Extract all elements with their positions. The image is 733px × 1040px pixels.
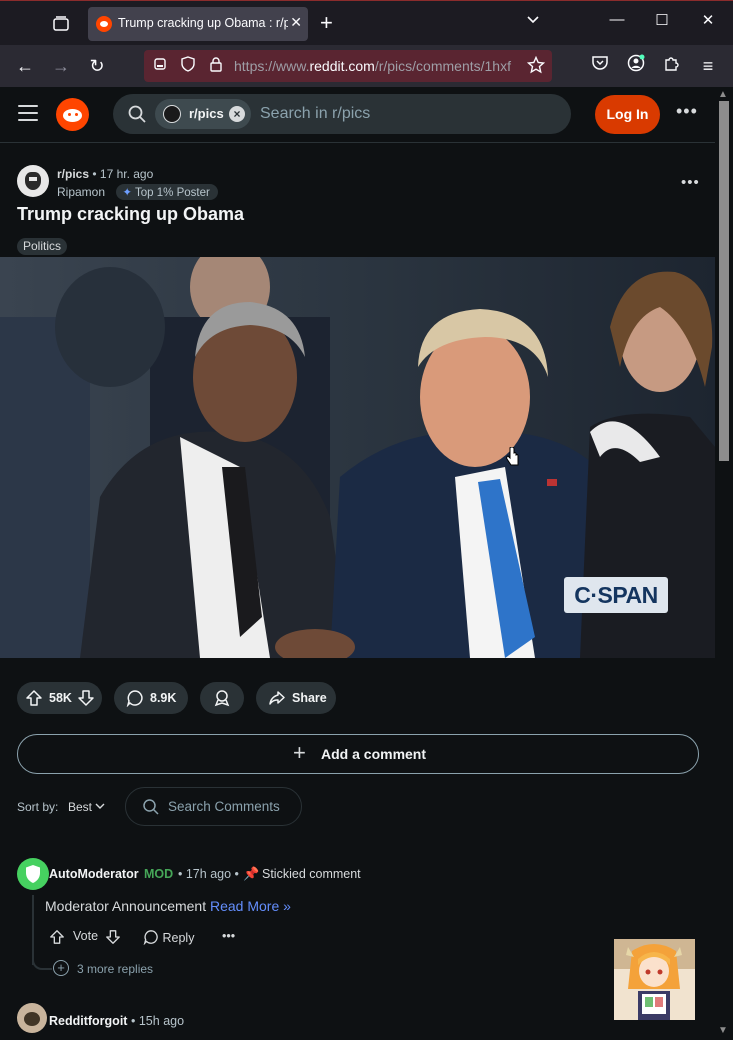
sort-label: Sort by: <box>17 800 59 814</box>
comments-button[interactable]: 8.9K <box>114 682 188 714</box>
tracking-icon[interactable] <box>150 56 170 76</box>
author-flair: ✦ Top 1% Poster <box>116 184 218 200</box>
extensions-icon[interactable] <box>660 54 684 78</box>
pocket-icon[interactable] <box>588 54 612 78</box>
post-author[interactable]: Ripamon <box>57 185 105 199</box>
comment-author[interactable]: Redditforgoit <box>49 1014 127 1028</box>
share-button[interactable]: Share <box>256 682 336 714</box>
comment-icon <box>126 690 143 707</box>
search-icon <box>128 105 146 123</box>
post-flair[interactable]: Politics <box>17 238 68 255</box>
tab-title: Trump cracking up Obama : r/pics <box>118 16 288 30</box>
url-text[interactable]: https://www.reddit.com/r/pics/comments/1… <box>234 58 518 74</box>
comment-time: • 15h ago <box>131 1014 185 1028</box>
read-more-link[interactable]: Read More » <box>210 898 291 914</box>
new-tab-icon[interactable]: + <box>320 11 333 35</box>
thread-connector <box>32 950 52 970</box>
mod-badge: MOD <box>144 867 174 881</box>
bookmark-star-icon[interactable] <box>526 55 546 76</box>
search-bar[interactable]: r/pics × Search in r/pics <box>113 94 571 134</box>
clear-chip-icon[interactable]: × <box>229 106 245 122</box>
menu-icon[interactable]: ≡ <box>696 54 720 78</box>
search-comments-field[interactable]: Search Comments <box>125 787 302 826</box>
add-comment-label: Add a comment <box>321 746 427 762</box>
comment-count: 8.9K <box>150 691 177 705</box>
browser-tab-bar: Trump cracking up Obama : r/pics ✕ + — ☐… <box>0 0 733 45</box>
add-comment-button[interactable]: + Add a comment <box>17 734 699 774</box>
login-button[interactable]: Log In <box>595 95 660 134</box>
plus-icon: + <box>293 740 306 765</box>
chevron-down-icon[interactable] <box>95 798 105 814</box>
search-comments-placeholder: Search Comments <box>168 799 280 814</box>
vote-label: Vote <box>73 929 99 943</box>
comment-body: Moderator Announcement Read More » <box>45 898 291 914</box>
cspan-watermark: C·SPAN <box>564 577 668 613</box>
automoderator-avatar[interactable] <box>17 858 49 890</box>
stickied-label: Stickied comment <box>262 867 361 881</box>
comment-time: • 17h ago • <box>178 867 239 881</box>
comment-avatar[interactable] <box>17 1003 47 1033</box>
comment-upvote-icon[interactable] <box>49 929 65 945</box>
post-image[interactable]: C·SPAN <box>0 257 715 658</box>
back-icon[interactable]: ← <box>13 54 37 78</box>
scroll-down-icon[interactable]: ▼ <box>718 1025 728 1036</box>
award-icon <box>214 690 230 707</box>
minimize-icon[interactable]: — <box>605 11 629 28</box>
comment-downvote-icon[interactable] <box>105 929 121 945</box>
comment-icon <box>143 930 158 946</box>
floating-sticker-image[interactable] <box>614 939 695 1020</box>
downvote-icon[interactable] <box>77 689 95 707</box>
maximize-icon[interactable]: ☐ <box>650 11 674 29</box>
post-author-line: Ripamon ✦ Top 1% Poster <box>57 184 218 200</box>
comment-author[interactable]: AutoModerator <box>49 867 139 881</box>
award-button[interactable] <box>200 682 244 714</box>
reddit-favicon-icon <box>96 16 112 32</box>
search-input[interactable]: Search in r/pics <box>260 105 370 123</box>
more-options-icon[interactable]: ••• <box>676 101 698 122</box>
subreddit-chip-label: r/pics <box>189 106 224 121</box>
shield-icon[interactable] <box>178 56 198 76</box>
reddit-logo-icon[interactable] <box>56 98 89 131</box>
share-label: Share <box>292 691 327 705</box>
reply-button[interactable]: Reply <box>143 929 194 946</box>
hamburger-icon[interactable] <box>18 105 38 121</box>
post-meta: r/pics • 17 hr. ago <box>57 167 154 181</box>
subreddit-avatar[interactable] <box>17 165 49 197</box>
chevron-down-icon[interactable] <box>526 13 540 28</box>
upvote-icon[interactable] <box>25 689 43 707</box>
hand-cursor-icon <box>506 447 519 466</box>
share-icon <box>269 691 285 705</box>
vote-bar: 58K <box>17 682 102 714</box>
browser-nav-bar: ← → ↻ https://www.reddit.com/r/pics/comm… <box>0 45 733 87</box>
scroll-thumb[interactable] <box>719 101 729 461</box>
expand-icon[interactable]: + <box>53 960 69 976</box>
subreddit-icon <box>163 105 181 123</box>
subreddit-chip[interactable]: r/pics × <box>155 99 251 129</box>
post-more-icon[interactable]: ••• <box>681 174 700 191</box>
close-tab-icon[interactable]: ✕ <box>290 14 302 31</box>
tab-list-icon[interactable] <box>48 11 74 37</box>
more-replies-link[interactable]: 3 more replies <box>77 962 153 976</box>
post-title: Trump cracking up Obama <box>17 204 245 224</box>
lock-icon[interactable] <box>206 56 226 76</box>
forward-icon[interactable]: → <box>49 54 73 78</box>
active-tab[interactable]: Trump cracking up Obama : r/pics ✕ <box>88 7 308 41</box>
subreddit-link[interactable]: r/pics <box>57 167 89 181</box>
scrollbar[interactable]: ▲ ▼ <box>715 87 733 1040</box>
scroll-up-icon[interactable]: ▲ <box>718 89 728 100</box>
comment-more-icon[interactable]: ••• <box>222 929 235 943</box>
upvote-count: 58K <box>49 691 72 705</box>
shield-icon <box>26 865 40 883</box>
account-icon[interactable] <box>624 54 648 78</box>
window-close-icon[interactable]: ✕ <box>696 11 720 29</box>
sort-dropdown[interactable]: Best <box>68 800 92 814</box>
url-bar[interactable]: https://www.reddit.com/r/pics/comments/1… <box>144 50 552 82</box>
reddit-header: r/pics × Search in r/pics Log In ••• <box>0 87 715 143</box>
post-time: 17 hr. ago <box>99 167 154 181</box>
pin-icon: 📌 <box>243 866 260 881</box>
search-icon <box>143 799 159 815</box>
reload-icon[interactable]: ↻ <box>85 54 109 78</box>
achievement-icon: ✦ <box>122 187 133 199</box>
